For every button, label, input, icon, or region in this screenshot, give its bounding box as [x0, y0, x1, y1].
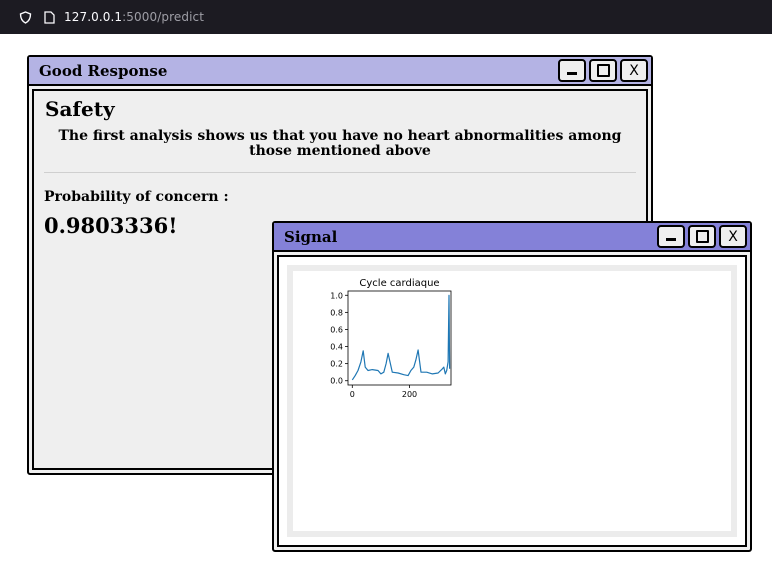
signal-window-title: Signal [284, 227, 338, 246]
result-window-title: Good Response [39, 61, 168, 80]
plot-area: Cycle cardiaque 0.0 0.2 0.4 0.6 0.8 1.0 0 200 [287, 265, 737, 537]
chart-title: Cycle cardiaque [359, 278, 439, 289]
probability-value: 0.9803336! [44, 213, 178, 238]
url-text[interactable]: 127.0.0.1:5000/predict [64, 10, 204, 24]
close-icon: X [728, 228, 738, 245]
y-tick-label: 0.8 [330, 308, 343, 317]
y-tick-label: 0.4 [330, 343, 343, 352]
x-tick-label: 0 [350, 390, 355, 399]
signal-window-body: Cycle cardiaque 0.0 0.2 0.4 0.6 0.8 1.0 0 200 [277, 255, 747, 547]
probability-label: Probability of concern : [44, 189, 229, 205]
cycle-chart: Cycle cardiaque 0.0 0.2 0.4 0.6 0.8 1.0 0 200 [330, 278, 452, 399]
browser-url-bar[interactable]: 127.0.0.1:5000/predict [0, 0, 772, 34]
axes-frame [347, 290, 452, 386]
y-tick-label: 0.2 [330, 360, 343, 369]
close-button[interactable]: X [719, 225, 747, 248]
minimize-icon [666, 238, 676, 241]
minimize-icon [567, 72, 577, 75]
y-tick-label: 1.0 [330, 291, 343, 300]
signal-window-titlebar[interactable]: Signal X [274, 223, 750, 252]
maximize-button[interactable] [688, 225, 716, 248]
close-icon: X [629, 62, 639, 79]
page-icon [44, 10, 55, 24]
close-button[interactable]: X [620, 59, 648, 82]
minimize-button[interactable] [558, 59, 586, 82]
shield-icon[interactable] [19, 10, 32, 24]
result-window-titlebar[interactable]: Good Response X [29, 57, 651, 86]
y-tick-label: 0.0 [330, 377, 343, 386]
y-tick-label: 0.6 [330, 325, 343, 334]
result-heading: Safety [45, 97, 115, 121]
result-message: The first analysis shows us that you hav… [58, 128, 622, 159]
divider [44, 172, 636, 173]
series-line [351, 294, 451, 381]
signal-window: Signal X Cycle cardiaque 0.0 0.2 0.4 0.6 0.8 1… [272, 221, 752, 552]
maximize-icon [596, 64, 610, 77]
minimize-button[interactable] [657, 225, 685, 248]
x-tick-label: 200 [402, 390, 417, 399]
maximize-button[interactable] [589, 59, 617, 82]
maximize-icon [695, 230, 709, 243]
